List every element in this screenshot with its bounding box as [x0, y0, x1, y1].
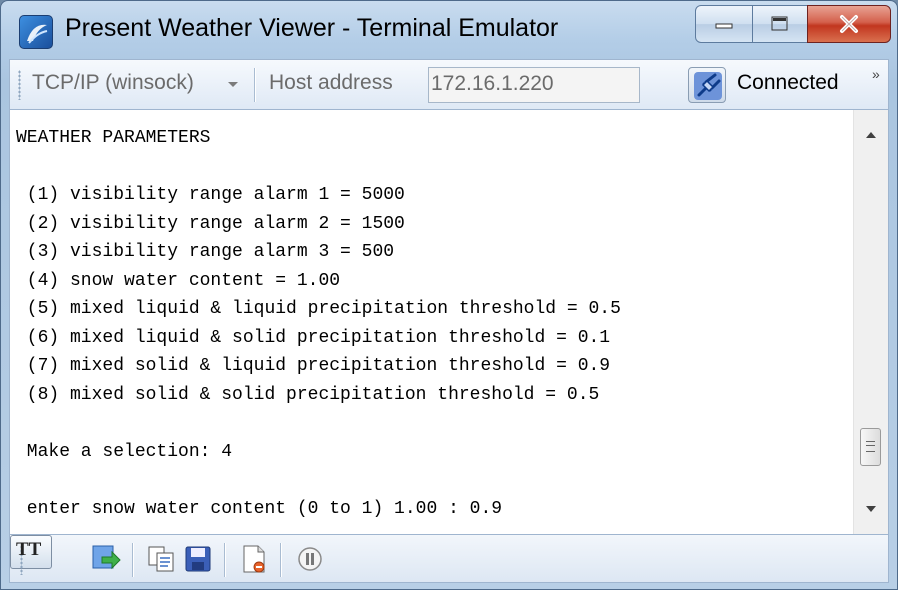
- connection-toolbar: TCP/IP (winsock) Host address 172.16.1.2…: [9, 59, 889, 109]
- close-button[interactable]: [807, 5, 891, 43]
- connect-toggle-button[interactable]: [688, 67, 726, 103]
- maximize-icon: [771, 16, 788, 31]
- save-button[interactable]: [182, 543, 214, 575]
- terminal-line: (2) visibility range alarm 2 = 1500: [16, 213, 405, 234]
- terminal-line: (3) visibility range alarm 3 = 500: [16, 242, 395, 262]
- window-title: Present Weather Viewer - Terminal Emulat…: [65, 14, 559, 42]
- terminal-line: (4) snow water content = 1.00: [16, 270, 341, 291]
- terminal-line: (7) mixed solid & liquid precipitation t…: [16, 356, 611, 376]
- app-logo-icon: [19, 15, 53, 49]
- log-file-button[interactable]: [238, 543, 270, 575]
- terminal-output: WEATHER PARAMETERS (1) visibility range …: [16, 124, 621, 523]
- toolbar-separator: [280, 543, 281, 577]
- vertical-scrollbar[interactable]: [853, 110, 888, 534]
- scroll-thumb[interactable]: [860, 428, 881, 466]
- protocol-dropdown[interactable]: TCP/IP (winsock): [32, 71, 194, 95]
- maximize-button[interactable]: [752, 5, 808, 43]
- pause-button[interactable]: [294, 543, 326, 575]
- terminal-line: enter snow water content (0 to 1) 1.00 :…: [16, 498, 503, 519]
- minimize-button[interactable]: [695, 5, 753, 43]
- terminal-line: WEATHER PARAMETERS: [16, 128, 211, 148]
- send-icon: [92, 545, 121, 570]
- terminal-type-button[interactable]: TT: [10, 535, 52, 569]
- scroll-down-icon[interactable]: [854, 494, 888, 524]
- save-icon: [185, 546, 211, 572]
- scroll-up-icon[interactable]: [854, 120, 888, 150]
- host-address-label: Host address: [269, 71, 393, 94]
- copy-button[interactable]: [146, 543, 178, 575]
- send-button[interactable]: [90, 543, 122, 575]
- log-file-icon: [243, 545, 265, 573]
- toolbar-separator: [254, 68, 255, 102]
- plug-icon: [694, 72, 722, 100]
- close-icon: [840, 15, 858, 33]
- toolbar-separator: [224, 543, 225, 577]
- terminal-emulator-window: Present Weather Viewer - Terminal Emulat…: [0, 0, 898, 590]
- copy-icon: [148, 546, 174, 572]
- terminal-line: (1) visibility range alarm 1 = 5000: [16, 185, 405, 205]
- terminal-line: (5) mixed liquid & liquid precipitation …: [16, 299, 621, 319]
- pause-icon: [298, 547, 322, 571]
- terminal-line: (6) mixed liquid & solid precipitation t…: [16, 327, 611, 348]
- connection-status-label: Connected: [737, 71, 839, 94]
- host-address-input[interactable]: 172.16.1.220: [428, 67, 640, 103]
- terminal-line: Make a selection: 4: [16, 441, 233, 462]
- terminal-screen[interactable]: WEATHER PARAMETERS (1) visibility range …: [9, 109, 889, 535]
- bottom-toolbar: TT: [9, 535, 889, 583]
- toolbar-separator: [132, 543, 133, 577]
- toolbar-overflow-button[interactable]: »: [872, 66, 880, 82]
- toolbar-grip[interactable]: [18, 70, 21, 100]
- title-bar[interactable]: Present Weather Viewer - Terminal Emulat…: [1, 1, 897, 59]
- tt-label: TT: [16, 539, 42, 560]
- terminal-line: (8) mixed solid & solid precipitation th…: [16, 384, 600, 405]
- chevron-down-icon[interactable]: [228, 82, 238, 87]
- minimize-icon: [715, 23, 733, 29]
